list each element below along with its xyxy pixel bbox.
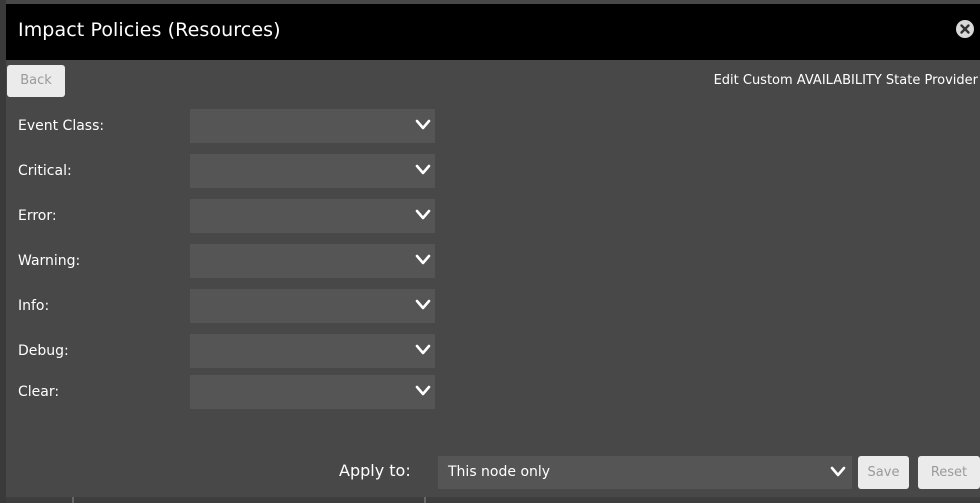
- chevron-down-icon: [415, 209, 431, 220]
- warning-label: Warning:: [18, 253, 81, 269]
- divider-tick: [424, 497, 426, 503]
- dialog-titlebar[interactable]: Impact Policies (Resources): [6, 4, 980, 60]
- form-row-debug: Debug:: [6, 334, 446, 368]
- chevron-down-icon: [415, 299, 431, 310]
- critical-select[interactable]: [190, 154, 435, 188]
- chevron-down-icon: [415, 119, 431, 130]
- form-row-error: Error:: [6, 199, 446, 233]
- chevron-down-icon: [830, 466, 846, 477]
- info-select[interactable]: [190, 289, 435, 323]
- error-label: Error:: [18, 208, 57, 224]
- apply-to-value: This node only: [448, 464, 551, 480]
- info-label: Info:: [18, 298, 50, 314]
- form-row-event-class: Event Class:: [6, 109, 446, 143]
- debug-label: Debug:: [18, 343, 69, 359]
- chevron-down-icon: [415, 344, 431, 355]
- debug-select[interactable]: [190, 334, 435, 368]
- error-select[interactable]: [190, 199, 435, 233]
- event-class-label: Event Class:: [18, 118, 105, 134]
- clear-label: Clear:: [18, 384, 60, 400]
- critical-label: Critical:: [18, 163, 72, 179]
- event-class-select[interactable]: [190, 109, 435, 143]
- form-row-critical: Critical:: [6, 154, 446, 188]
- form-row-clear: Clear:: [6, 375, 446, 409]
- divider-tick: [72, 497, 74, 503]
- save-button[interactable]: Save: [858, 456, 909, 489]
- form-row-info: Info:: [6, 289, 446, 323]
- clear-select[interactable]: [190, 375, 435, 409]
- close-icon[interactable]: [956, 20, 974, 38]
- chevron-down-icon: [415, 254, 431, 265]
- chevron-down-icon: [415, 385, 431, 396]
- dialog-title: Impact Policies (Resources): [18, 19, 281, 41]
- impact-policies-dialog: Impact Policies (Resources) Back Edit Cu…: [0, 0, 980, 503]
- warning-select[interactable]: [190, 244, 435, 278]
- reset-button[interactable]: Reset: [918, 456, 980, 489]
- bottom-divider: [6, 497, 980, 503]
- apply-to-select[interactable]: This node only: [438, 456, 852, 489]
- back-button[interactable]: Back: [7, 65, 65, 97]
- form-row-warning: Warning:: [6, 244, 446, 278]
- panel-title: Edit Custom AVAILABILITY State Provider: [713, 73, 978, 88]
- apply-to-label: Apply to:: [339, 461, 411, 480]
- chevron-down-icon: [415, 164, 431, 175]
- dialog-toolbar: Back Edit Custom AVAILABILITY State Prov…: [6, 60, 980, 104]
